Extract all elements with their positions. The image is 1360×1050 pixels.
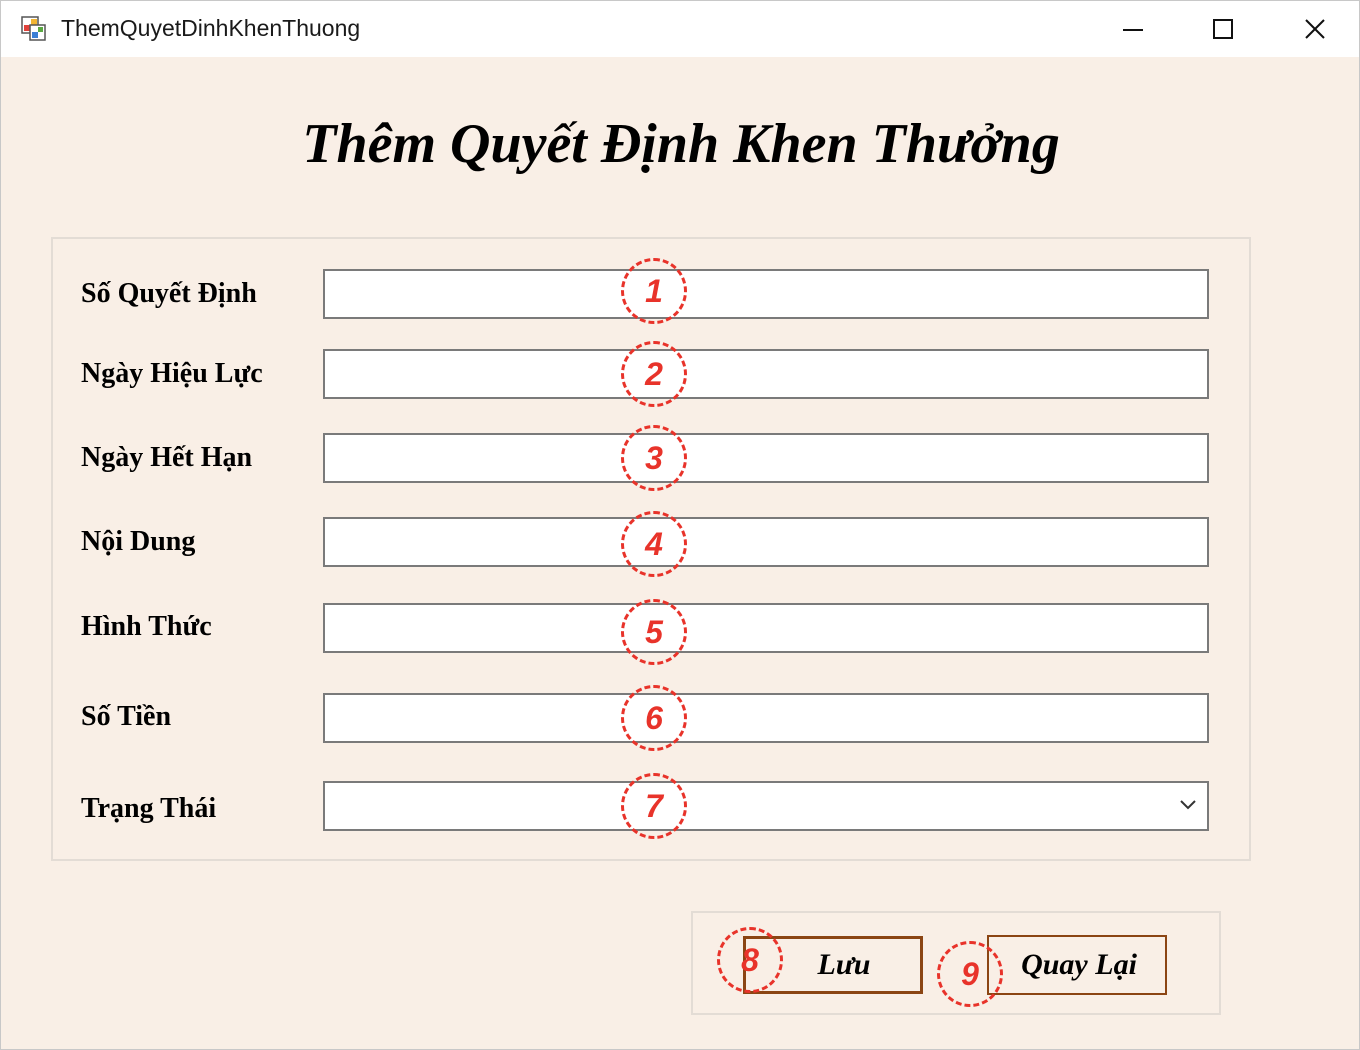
form-title: Thêm Quyết Định Khen Thưởng [302,113,1060,175]
annotation-badge-9: 9 [937,941,1003,1007]
annotation-badge-7: 7 [621,773,687,839]
hinh-thuc-label: Hình Thức [81,611,212,642]
maximize-icon [1213,19,1233,39]
maximize-button[interactable] [1177,1,1269,57]
ngay-hieu-luc-label: Ngày Hiệu Lực [81,358,263,389]
so-tien-input[interactable] [323,693,1209,743]
trang-thai-label: Trạng Thái [81,793,217,824]
annotation-badge-2: 2 [621,341,687,407]
back-button[interactable]: Quay Lại [987,935,1167,995]
so-tien-label: Số Tiền [81,701,172,732]
chevron-down-icon[interactable] [1179,798,1197,812]
so-quyet-dinh-label: Số Quyết Định [81,278,257,309]
annotation-badge-4: 4 [621,511,687,577]
back-button-label: Quay Lại [1021,948,1137,981]
app-icon [21,16,46,41]
close-button[interactable] [1269,1,1360,57]
hinh-thuc-input[interactable] [323,603,1209,653]
noi-dung-label: Nội Dung [81,526,196,557]
ngay-het-han-label: Ngày Hết Hạn [81,442,253,473]
minimize-icon [1123,29,1143,31]
save-button-label: Lưu [817,948,871,981]
title-bar[interactable]: ThemQuyetDinhKhenThuong [1,1,1359,57]
ngay-het-han-input[interactable] [323,433,1209,483]
noi-dung-input[interactable] [323,517,1209,567]
annotation-badge-1: 1 [621,258,687,324]
ngay-hieu-luc-input[interactable] [323,349,1209,399]
trang-thai-select[interactable] [323,781,1209,831]
minimize-button[interactable] [1087,1,1179,57]
window-title: ThemQuyetDinhKhenThuong [61,15,361,41]
annotation-badge-6: 6 [621,685,687,751]
so-quyet-dinh-input[interactable] [323,269,1209,319]
annotation-badge-5: 5 [621,599,687,665]
app-window: ThemQuyetDinhKhenThuong Thêm Quyết Định … [0,0,1360,1050]
annotation-badge-3: 3 [621,425,687,491]
annotation-badge-8: 8 [717,927,783,993]
close-icon [1305,19,1325,39]
